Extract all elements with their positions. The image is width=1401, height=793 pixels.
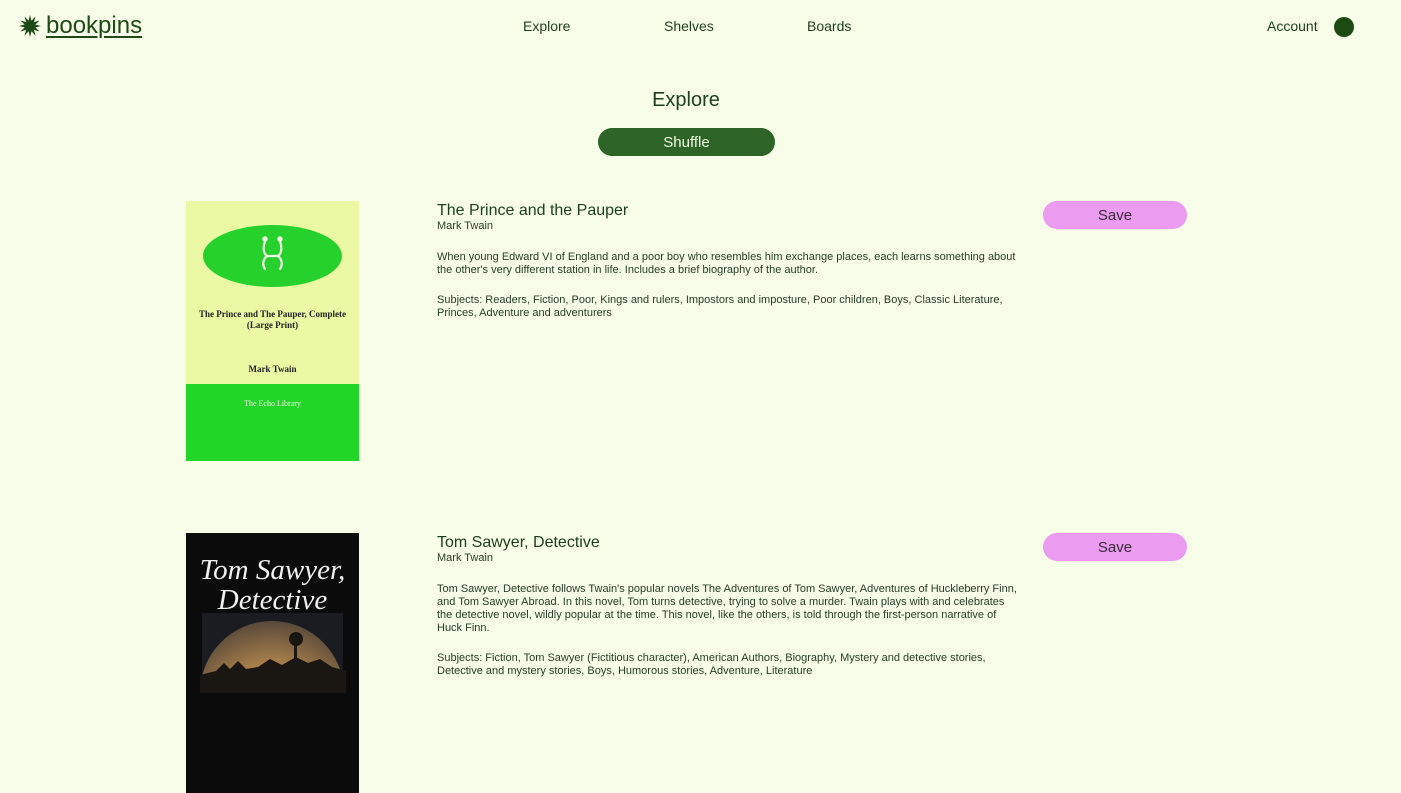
book-subjects: Subjects: Fiction, Tom Sawyer (Fictitiou… xyxy=(437,652,986,677)
cover-publisher: The Echo Library xyxy=(244,399,301,408)
publisher-logo-icon xyxy=(262,236,283,271)
book-cover-image[interactable]: Tom Sawyer, Detective xyxy=(186,533,359,793)
cover-emblem xyxy=(203,225,342,287)
nav-boards[interactable]: Boards xyxy=(807,18,851,34)
logo-link[interactable]: bookpins xyxy=(19,12,142,40)
logo-text: bookpins xyxy=(46,12,143,39)
cover-title: Tom Sawyer, Detective xyxy=(199,554,346,616)
top-navigation-bar: bookpins Explore Shelves Boards Account xyxy=(0,0,1401,54)
cover-band xyxy=(186,384,359,461)
book-description: Tom Sawyer, Detective follows Twain's po… xyxy=(437,583,1017,634)
cover-title: The Prince and The Pauper, Complete (Lar… xyxy=(198,309,346,330)
cover-author: Mark Twain xyxy=(248,364,297,374)
book-info: The Prince and the Pauper Mark Twain Whe… xyxy=(437,201,1017,320)
book-author: Mark Twain xyxy=(437,552,494,564)
book-info: Tom Sawyer, Detective Mark Twain Tom Saw… xyxy=(437,533,1017,678)
book-subjects: Subjects: Readers, Fiction, Poor, Kings … xyxy=(437,294,1003,319)
book-description: When young Edward VI of England and a po… xyxy=(437,251,1016,276)
save-button[interactable]: Save xyxy=(1043,533,1187,561)
book-title[interactable]: Tom Sawyer, Detective xyxy=(437,533,1017,552)
page-title: Explore xyxy=(652,89,720,111)
book-title[interactable]: The Prince and the Pauper xyxy=(437,201,1017,220)
nav-shelves[interactable]: Shelves xyxy=(664,18,714,34)
avatar[interactable] xyxy=(1334,17,1354,37)
shuffle-button[interactable]: Shuffle xyxy=(598,128,775,156)
book-cover-image[interactable]: The Prince and The Pauper, Complete (Lar… xyxy=(186,201,359,461)
book-author: Mark Twain xyxy=(437,220,494,232)
starburst-logo-icon xyxy=(19,15,41,37)
account-link[interactable]: Account xyxy=(1267,18,1318,34)
cover-sunset-illustration xyxy=(200,613,346,693)
nav-explore[interactable]: Explore xyxy=(523,18,570,34)
save-button[interactable]: Save xyxy=(1043,201,1187,229)
